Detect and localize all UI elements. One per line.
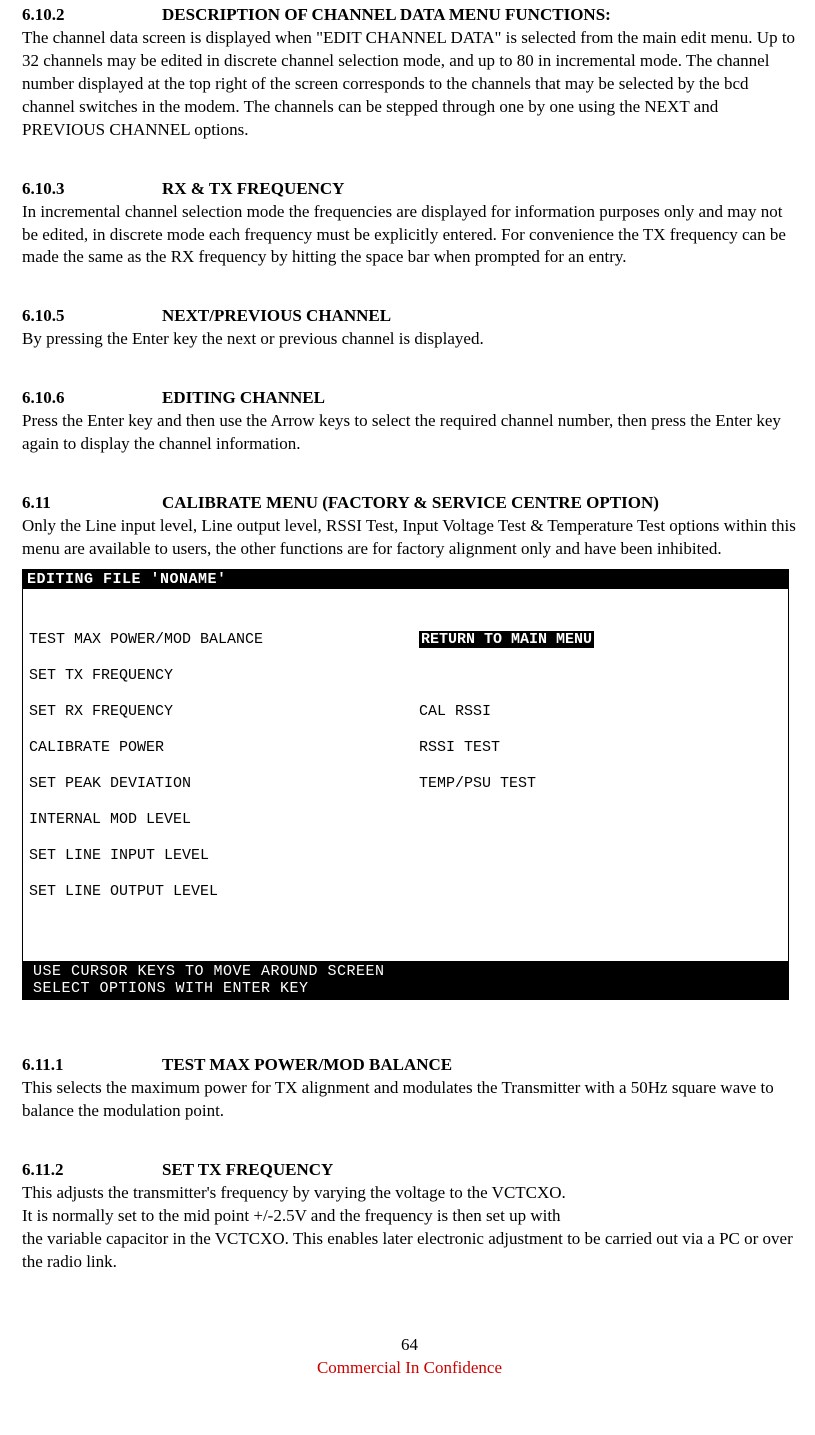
terminal-menu-item: RSSI TEST: [419, 740, 500, 755]
terminal-menu-item: TEMP/PSU TEST: [419, 776, 536, 791]
heading-6-11: 6.11CALIBRATE MENU (FACTORY & SERVICE CE…: [22, 492, 797, 515]
heading-title: RX & TX FREQUENCY: [162, 179, 344, 198]
terminal-menu-item: SET PEAK DEVIATION: [29, 776, 419, 791]
heading-title: CALIBRATE MENU (FACTORY & SERVICE CENTRE…: [162, 493, 659, 512]
heading-number: 6.10.6: [22, 387, 162, 410]
body-6-10-3: In incremental channel selection mode th…: [22, 201, 797, 270]
body-6-10-6: Press the Enter key and then use the Arr…: [22, 410, 797, 456]
body-6-10-5: By pressing the Enter key the next or pr…: [22, 328, 797, 351]
heading-title: TEST MAX POWER/MOD BALANCE: [162, 1055, 452, 1074]
body-6-11-2: This adjusts the transmitter's frequency…: [22, 1182, 797, 1274]
terminal-footer: USE CURSOR KEYS TO MOVE AROUND SCREEN SE…: [23, 961, 788, 1000]
heading-title: NEXT/PREVIOUS CHANNEL: [162, 306, 391, 325]
terminal-menu-item: TEST MAX POWER/MOD BALANCE: [29, 632, 419, 647]
heading-number: 6.10.5: [22, 305, 162, 328]
heading-6-10-3: 6.10.3RX & TX FREQUENCY: [22, 178, 797, 201]
body-6-11: Only the Line input level, Line output l…: [22, 515, 797, 561]
heading-6-11-1: 6.11.1TEST MAX POWER/MOD BALANCE: [22, 1054, 797, 1077]
heading-6-11-2: 6.11.2SET TX FREQUENCY: [22, 1159, 797, 1182]
heading-title: EDITING CHANNEL: [162, 388, 325, 407]
heading-number: 6.10.3: [22, 178, 162, 201]
body-6-11-1: This selects the maximum power for TX al…: [22, 1077, 797, 1123]
heading-number: 6.10.2: [22, 4, 162, 27]
terminal-titlebar: EDITING FILE 'NONAME': [23, 570, 788, 589]
body-6-10-2: The channel data screen is displayed whe…: [22, 27, 797, 142]
terminal-menu-item: SET TX FREQUENCY: [29, 668, 419, 683]
page-footer: 64 Commercial In Confidence: [22, 1334, 797, 1380]
terminal-menu-item-selected: RETURN TO MAIN MENU: [419, 632, 594, 647]
terminal-menu-item: CAL RSSI: [419, 704, 491, 719]
page-number: 64: [22, 1334, 797, 1357]
heading-6-10-2: 6.10.2DESCRIPTION OF CHANNEL DATA MENU F…: [22, 4, 797, 27]
heading-number: 6.11: [22, 492, 162, 515]
terminal-screenshot: EDITING FILE 'NONAME' TEST MAX POWER/MOD…: [22, 569, 789, 1001]
terminal-body: TEST MAX POWER/MOD BALANCE RETURN TO MAI…: [23, 589, 788, 961]
terminal-menu-item: INTERNAL MOD LEVEL: [29, 812, 419, 827]
heading-6-10-5: 6.10.5NEXT/PREVIOUS CHANNEL: [22, 305, 797, 328]
terminal-menu-item: SET LINE OUTPUT LEVEL: [29, 884, 419, 899]
confidential-notice: Commercial In Confidence: [22, 1357, 797, 1380]
terminal-menu-item: CALIBRATE POWER: [29, 740, 419, 755]
heading-title: SET TX FREQUENCY: [162, 1160, 333, 1179]
terminal-menu-item: SET LINE INPUT LEVEL: [29, 848, 419, 863]
heading-title: DESCRIPTION OF CHANNEL DATA MENU FUNCTIO…: [162, 5, 611, 24]
heading-number: 6.11.2: [22, 1159, 162, 1182]
terminal-menu-item: SET RX FREQUENCY: [29, 704, 419, 719]
heading-number: 6.11.1: [22, 1054, 162, 1077]
heading-6-10-6: 6.10.6EDITING CHANNEL: [22, 387, 797, 410]
